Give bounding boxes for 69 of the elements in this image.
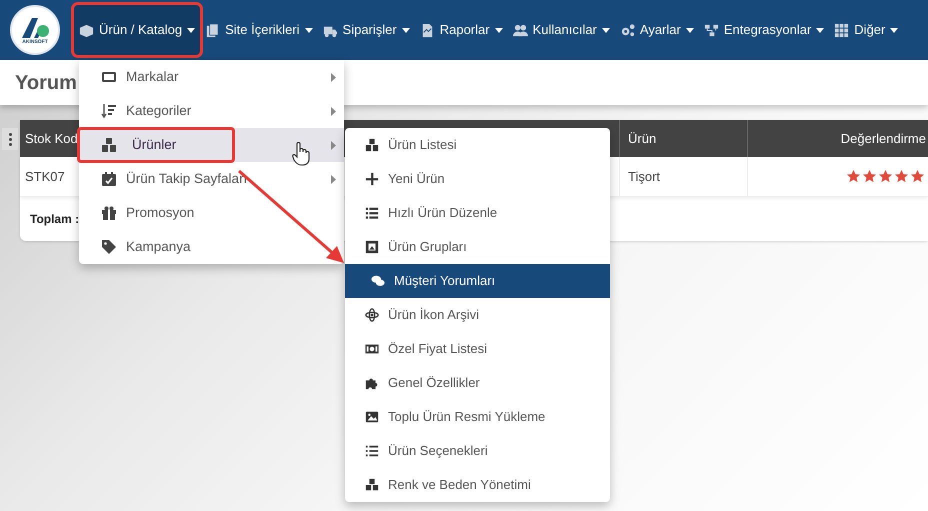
boxes-icon <box>101 137 117 153</box>
image-icon <box>365 410 379 424</box>
column-header: Değerlendirme <box>840 130 926 148</box>
submenu-item[interactable]: Yeni Ürün <box>345 162 610 196</box>
nav-menu-item[interactable]: Siparişler <box>318 5 415 55</box>
caret-icon <box>402 28 410 32</box>
caret-icon <box>686 28 694 32</box>
menu-item[interactable]: Markalar <box>79 60 344 94</box>
numbered-list-icon <box>365 444 379 458</box>
menu-item[interactable]: Promosyon <box>79 196 344 230</box>
star-icon <box>846 169 861 184</box>
cubes-icon <box>365 478 379 492</box>
submenu-item[interactable]: Ürün Listesi <box>345 128 610 162</box>
star-icon <box>878 169 893 184</box>
plus-icon <box>365 172 379 186</box>
boxes-icon <box>365 138 379 152</box>
submenu-item[interactable]: Renk ve Beden Yönetimi <box>345 468 610 502</box>
sort-icon <box>101 103 117 119</box>
caret-icon <box>494 28 503 32</box>
menu-item[interactable]: Ürünler <box>79 128 344 162</box>
menu-item[interactable]: Ürün Takip Sayfaları <box>79 162 344 196</box>
nav-menu-item[interactable]: Entegrasyonlar <box>698 5 830 55</box>
submenu-item[interactable]: Özel Fiyat Listesi <box>345 332 610 366</box>
chat-bubbles-icon <box>371 274 385 288</box>
star-icon <box>910 169 925 184</box>
nav-menu-item[interactable]: Ürün / Katalog <box>74 5 200 55</box>
caret-icon <box>890 28 898 32</box>
table-cell-text: Tişort <box>628 168 660 186</box>
nav-menu-item[interactable]: Ayarlar <box>614 5 699 55</box>
nav-menu-item[interactable]: Kullanıcılar <box>508 5 615 55</box>
caret-icon <box>304 28 313 32</box>
nav-menu-item[interactable]: Raporlar <box>414 5 508 55</box>
calendar-check-icon <box>101 171 117 187</box>
caret-icon <box>187 28 196 32</box>
page-title: Yorum <box>15 70 77 96</box>
frame-icon <box>365 240 379 254</box>
hand-cursor-icon <box>292 142 310 166</box>
documents-icon <box>205 22 220 38</box>
submenu-item[interactable]: Toplu Ürün Resmi Yükleme <box>345 400 610 434</box>
nav-menu-item[interactable]: Site İçerikleri <box>200 5 318 55</box>
caret-icon <box>816 28 824 32</box>
menu-item[interactable]: Kategoriler <box>79 94 344 128</box>
star-icon <box>894 169 909 184</box>
column-header: Stok Kod <box>25 130 78 148</box>
network-icon <box>704 22 719 38</box>
column-header: Ürün <box>628 130 656 148</box>
caret-icon <box>602 28 610 32</box>
logo-mark-icon <box>20 16 50 40</box>
banknote-icon <box>365 342 379 356</box>
table-cell-text: STK07 <box>25 168 65 186</box>
monitor-icon <box>101 69 117 85</box>
menu-item[interactable]: Kampanya <box>79 230 344 264</box>
submenu-item[interactable]: Hızlı Ürün Düzenle <box>345 196 610 230</box>
list-icon <box>365 206 379 220</box>
users-icon <box>512 22 528 38</box>
box-icon <box>79 22 94 38</box>
atom-icon <box>365 308 379 322</box>
submenu-item[interactable]: Genel Özellikler <box>345 366 610 400</box>
tag-icon <box>101 239 117 255</box>
submenu-item[interactable]: Ürün Grupları <box>345 230 610 264</box>
submenu-item[interactable]: Müşteri Yorumları <box>345 264 610 298</box>
submenu-item[interactable]: Ürün Seçenekleri <box>345 434 610 468</box>
grid-icon <box>834 22 850 38</box>
star-icon <box>862 169 877 184</box>
drag-handle-icon[interactable] <box>2 128 18 150</box>
nav-menu-item[interactable]: Diğer <box>829 5 904 55</box>
submenu-item[interactable]: Ürün İkon Arşivi <box>345 298 610 332</box>
puzzle-icon <box>365 376 379 390</box>
total-label: Toplam : <box>30 211 80 228</box>
